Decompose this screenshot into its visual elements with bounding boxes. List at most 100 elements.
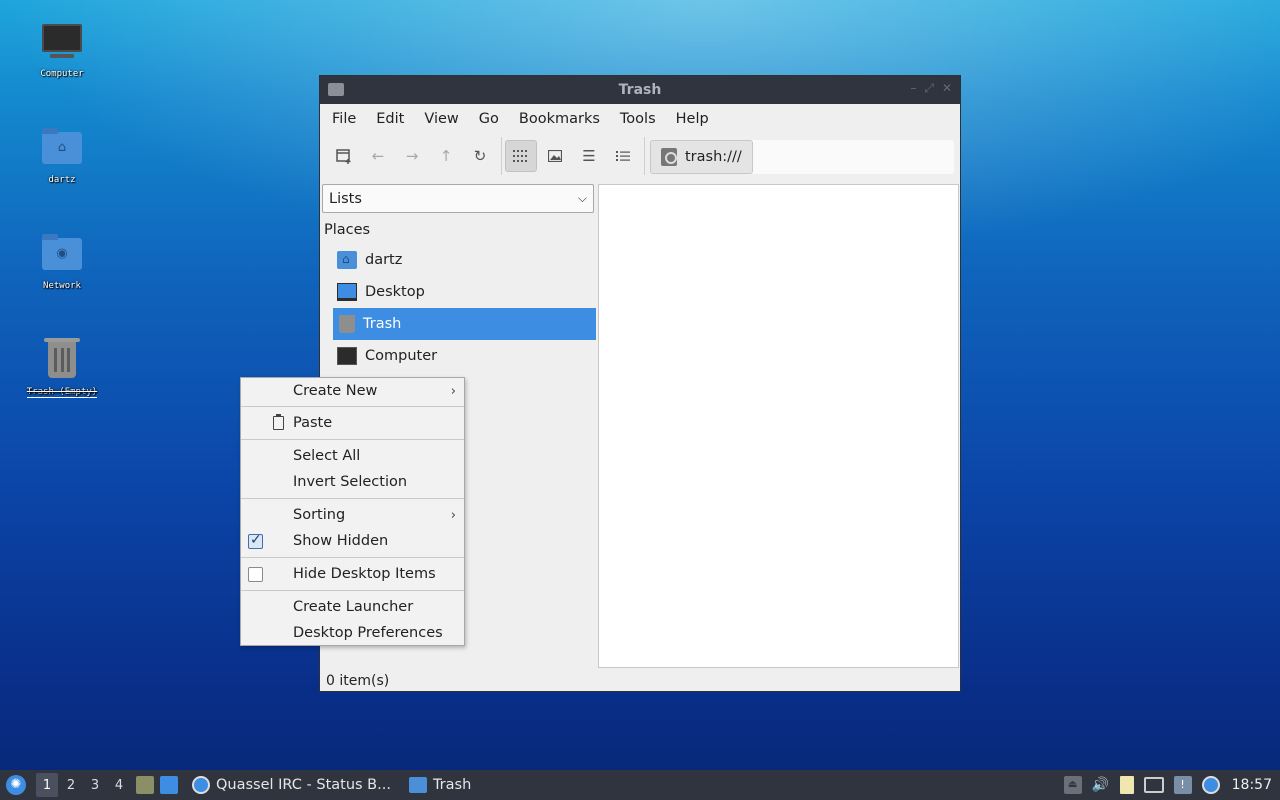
place-item-computer[interactable]: Computer [333, 340, 596, 372]
desktop-icon-network[interactable]: ◉ Network [12, 232, 112, 292]
menu-item-sorting[interactable]: Sorting › [241, 502, 464, 528]
path-label: trash:/// [685, 149, 742, 165]
new-tab-button[interactable] [328, 140, 360, 172]
trash-icon [339, 315, 355, 333]
network-icon[interactable] [1143, 777, 1164, 793]
menu-item-invert-selection[interactable]: Invert Selection [241, 469, 464, 495]
file-list-area[interactable] [598, 184, 959, 668]
side-pane-mode-value: Lists [329, 190, 362, 207]
menu-item-label: Select All [293, 448, 361, 464]
detailed-list-icon [616, 151, 630, 161]
menu-item-select-all[interactable]: Select All [241, 443, 464, 469]
place-item-trash[interactable]: Trash [333, 308, 596, 340]
maximize-icon[interactable]: ⤢ [924, 81, 934, 96]
menu-item-create-new[interactable]: Create New › [241, 378, 464, 404]
menu-item-create-launcher[interactable]: Create Launcher [241, 594, 464, 620]
menu-item-paste[interactable]: Paste [241, 410, 464, 436]
volume-icon[interactable]: 🔊 [1092, 776, 1110, 794]
desktop-context-menu: Create New › Paste Select All Invert Sel… [240, 377, 465, 646]
path-button-trash[interactable]: trash:/// [650, 140, 753, 174]
menu-help[interactable]: Help [666, 111, 719, 127]
menu-file[interactable]: File [322, 111, 366, 127]
thumbnail-view-button[interactable] [539, 140, 571, 172]
menu-item-label: Paste [293, 415, 333, 431]
desktop-icon-label: Computer [40, 69, 84, 79]
close-icon[interactable]: ✕ [942, 81, 952, 96]
minimize-icon[interactable]: – [910, 81, 916, 96]
thumbnail-view-icon [548, 150, 562, 162]
show-desktop-icon[interactable] [160, 776, 178, 794]
menu-bookmarks[interactable]: Bookmarks [509, 111, 610, 127]
desktop-icon-computer[interactable]: Computer [12, 20, 112, 80]
menu-item-label: Sorting [293, 507, 346, 523]
menu-item-show-hidden[interactable]: Show Hidden [241, 528, 464, 554]
menu-item-label: Invert Selection [293, 474, 408, 490]
new-tab-icon [336, 149, 351, 164]
menu-item-hide-desktop-items[interactable]: Hide Desktop Items [241, 561, 464, 587]
menu-separator [241, 406, 464, 407]
menu-view[interactable]: View [414, 111, 468, 127]
desktop-icon-label: Network [43, 281, 81, 291]
compact-view-icon: ☰ [582, 147, 596, 165]
icon-view-button[interactable] [505, 140, 537, 172]
side-pane-mode-select[interactable]: Lists ⌵ [322, 184, 594, 213]
eject-icon[interactable]: ⏏ [1063, 776, 1082, 794]
arrow-right-icon: → [405, 147, 419, 165]
task-label: Trash [432, 777, 472, 793]
desktop-icon-trash[interactable]: Trash (Empty) [12, 338, 112, 398]
workspace-2[interactable]: 2 [60, 773, 82, 797]
menu-tools[interactable]: Tools [610, 111, 666, 127]
notification-icon[interactable]: ! [1173, 776, 1192, 794]
desktop-icon-dartz[interactable]: ⌂ dartz [12, 126, 112, 186]
menu-item-label: Show Hidden [293, 533, 389, 549]
task-quassel[interactable]: Quassel IRC - Status B... [188, 772, 395, 798]
place-item-dartz[interactable]: dartz [333, 244, 596, 276]
window-title: Trash [618, 82, 662, 98]
workspace-4[interactable]: 4 [108, 773, 130, 797]
clipboard-manager-icon[interactable] [1119, 776, 1134, 794]
task-trash[interactable]: Trash [405, 772, 475, 798]
up-button[interactable]: ↑ [430, 140, 462, 172]
place-label: Computer [365, 348, 438, 364]
file-manager-launcher-icon[interactable] [136, 776, 154, 794]
menu-item-label: Desktop Preferences [293, 625, 443, 641]
chevron-right-icon: › [450, 383, 456, 399]
checkbox-checked-icon [248, 532, 263, 549]
place-item-desktop[interactable]: Desktop [333, 276, 596, 308]
reload-button[interactable]: ↻ [464, 140, 496, 172]
menu-go[interactable]: Go [469, 111, 509, 127]
menu-separator [241, 590, 464, 591]
folder-icon [328, 83, 344, 96]
chevron-down-icon: ⌵ [577, 191, 587, 205]
menu-item-label: Hide Desktop Items [293, 566, 436, 582]
taskbar: ✺ 1 2 3 4 Quassel IRC - Status B... Tras… [0, 770, 1280, 800]
workspace-3[interactable]: 3 [84, 773, 106, 797]
workspace-1[interactable]: 1 [36, 773, 58, 797]
arrow-up-icon: ↑ [439, 147, 453, 165]
computer-icon [40, 20, 84, 64]
back-button[interactable]: ← [362, 140, 394, 172]
computer-icon [337, 347, 357, 365]
desktop-icon-label: dartz [48, 175, 76, 185]
place-label: Trash [363, 316, 402, 332]
compact-view-button[interactable]: ☰ [573, 140, 605, 172]
menu-item-label: Create Launcher [293, 599, 414, 615]
toolbar: ← → ↑ ↻ ☰ trash:/// [320, 134, 960, 178]
menu-separator [241, 439, 464, 440]
window-titlebar[interactable]: Trash – ⤢ ✕ [320, 76, 960, 104]
system-tray: ⏏ 🔊 ! 18:57 [1063, 770, 1280, 800]
forward-button[interactable]: → [396, 140, 428, 172]
menu-separator [241, 498, 464, 499]
quassel-tray-icon[interactable] [1201, 776, 1220, 794]
toolbar-separator [644, 137, 645, 175]
clipboard-icon [273, 414, 284, 430]
trash-drive-icon [661, 148, 677, 166]
menu-edit[interactable]: Edit [366, 111, 414, 127]
clock[interactable]: 18:57 [1232, 777, 1272, 793]
menu-item-desktop-preferences[interactable]: Desktop Preferences [241, 620, 464, 646]
start-menu-button[interactable]: ✺ [6, 775, 26, 795]
chevron-right-icon: › [450, 507, 456, 523]
network-folder-icon: ◉ [40, 232, 84, 276]
detailed-view-button[interactable] [607, 140, 639, 172]
menu-item-label: Create New [293, 383, 378, 399]
